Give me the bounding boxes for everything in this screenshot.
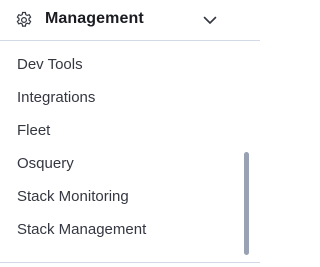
- chevron-down-icon[interactable]: [202, 12, 218, 28]
- gear-icon: [16, 11, 32, 27]
- management-section-header[interactable]: Management: [0, 0, 260, 40]
- scrollbar-thumb[interactable]: [244, 152, 249, 255]
- scrollbar[interactable]: [244, 44, 250, 256]
- section-divider: [0, 40, 260, 41]
- nav-item-integrations[interactable]: Integrations: [0, 81, 240, 114]
- nav-item-stack-management[interactable]: Stack Management: [0, 213, 240, 246]
- nav-item-stack-monitoring[interactable]: Stack Monitoring: [0, 180, 240, 213]
- management-nav-panel: Management Dev Tools Integrations Fleet …: [0, 0, 260, 267]
- nav-item-fleet[interactable]: Fleet: [0, 114, 240, 147]
- nav-item-osquery[interactable]: Osquery: [0, 147, 240, 180]
- management-nav-list: Dev Tools Integrations Fleet Osquery Sta…: [0, 48, 240, 246]
- panel-bottom-divider: [0, 262, 260, 263]
- section-title: Management: [45, 10, 144, 27]
- nav-item-dev-tools[interactable]: Dev Tools: [0, 48, 240, 81]
